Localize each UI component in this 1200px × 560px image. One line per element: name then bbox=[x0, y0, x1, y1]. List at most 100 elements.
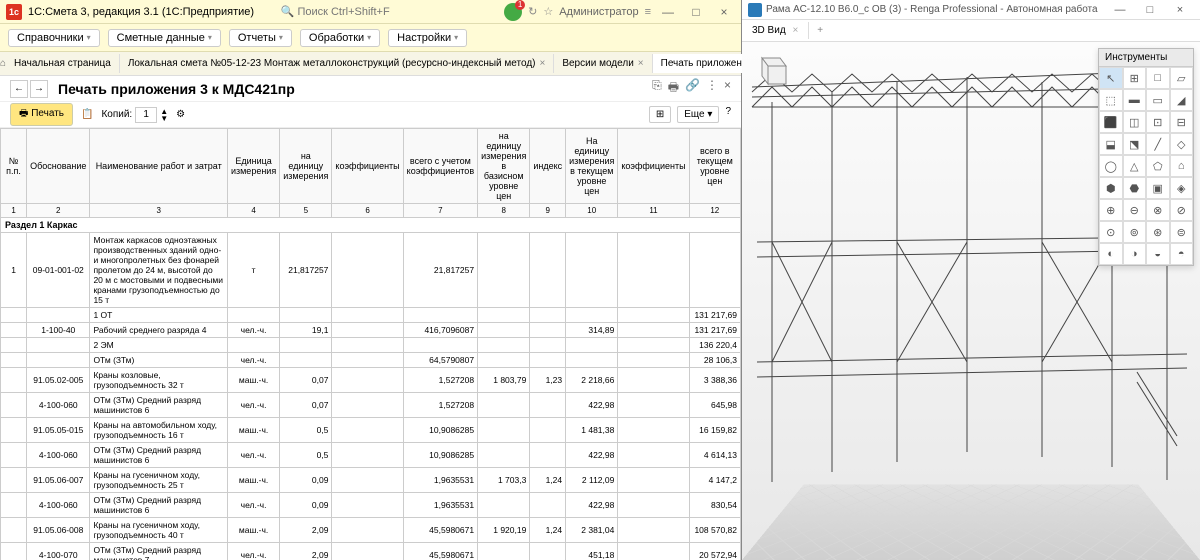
estimate-table[interactable]: № п.п. Обоснование Наименование работ и … bbox=[0, 128, 741, 560]
minimize-button[interactable]: — bbox=[1106, 2, 1134, 18]
tool-button[interactable]: ⊟ bbox=[1170, 111, 1194, 133]
tool-button[interactable]: ⊚ bbox=[1123, 221, 1147, 243]
tool-button[interactable]: ⬚ bbox=[1099, 89, 1123, 111]
tool-button[interactable]: ⊘ bbox=[1170, 199, 1194, 221]
tool-button[interactable]: ↖ bbox=[1099, 67, 1123, 89]
help-icon[interactable]: ? bbox=[725, 106, 731, 123]
tool-button[interactable]: ⊖ bbox=[1123, 199, 1147, 221]
table-row[interactable]: 1 ОТ131 217,69 bbox=[1, 308, 741, 323]
tab-model-versions[interactable]: Версии модели× bbox=[554, 54, 652, 73]
tool-button[interactable]: ⊞ bbox=[1123, 67, 1147, 89]
tool-button[interactable]: ◓ bbox=[1170, 243, 1194, 265]
table-row[interactable]: 1-100-40Рабочий среднего разряда 4чел.-ч… bbox=[1, 323, 741, 338]
grid-icon[interactable]: ⊞ bbox=[649, 106, 671, 123]
tab-close-icon[interactable]: × bbox=[792, 25, 798, 36]
table-row[interactable]: 91.05.06-007Краны на гусеничном ходу, гр… bbox=[1, 468, 741, 493]
tool-button[interactable]: ◈ bbox=[1170, 177, 1194, 199]
menu-reports[interactable]: Отчеты bbox=[229, 29, 292, 47]
tool-button[interactable]: ◫ bbox=[1123, 111, 1147, 133]
view-cube[interactable] bbox=[750, 50, 792, 92]
table-row[interactable]: 4-100-060ОТм (ЗТм) Средний разряд машини… bbox=[1, 493, 741, 518]
app-title: 1С:Смета 3, редакция 3.1 (1С:Предприятие… bbox=[28, 6, 254, 18]
tool-button[interactable]: ◯ bbox=[1099, 155, 1123, 177]
tool-button[interactable]: ⊜ bbox=[1170, 221, 1194, 243]
table-row[interactable]: 2 ЭМ136 220,4 bbox=[1, 338, 741, 353]
tool-button[interactable]: ⊙ bbox=[1099, 221, 1123, 243]
tab-3d-view[interactable]: 3D Вид × bbox=[742, 22, 809, 39]
close-doc-icon[interactable]: × bbox=[724, 78, 731, 99]
favorite-icon[interactable]: ☆ bbox=[543, 5, 553, 18]
tool-button[interactable]: ⬛ bbox=[1099, 111, 1123, 133]
close-button[interactable]: × bbox=[1166, 2, 1194, 18]
tool-button[interactable]: ╱ bbox=[1146, 133, 1170, 155]
tool-button[interactable]: △ bbox=[1123, 155, 1147, 177]
tool-button[interactable]: ⊕ bbox=[1099, 199, 1123, 221]
history-icon[interactable]: ↻ bbox=[528, 5, 537, 18]
tool-button[interactable]: ⬓ bbox=[1099, 133, 1123, 155]
tool-button[interactable]: ⌂ bbox=[1170, 155, 1194, 177]
menu-processing[interactable]: Обработки bbox=[300, 29, 380, 47]
tool-button[interactable]: ⬣ bbox=[1123, 177, 1147, 199]
renga-logo-icon bbox=[748, 3, 762, 17]
table-row[interactable]: 4-100-060ОТм (ЗТм) Средний разряд машини… bbox=[1, 393, 741, 418]
menu-icon[interactable]: ≡ bbox=[645, 6, 651, 18]
copies-input[interactable] bbox=[135, 107, 157, 123]
3d-viewport[interactable]: Инструменты ↖⊞□▱ ⬚▬▭◢ ⬛◫⊡⊟ ⬓⬔╱◇ ◯△⬠⌂ ⬢⬣▣◈ ⊕⊖⊗⊘… bbox=[742, 42, 1200, 560]
print-button[interactable]: 🖶 Печать bbox=[10, 103, 73, 126]
notifications-badge-icon[interactable] bbox=[504, 3, 522, 21]
tool-button[interactable]: ▣ bbox=[1146, 177, 1170, 199]
print-icon[interactable]: 🖶 bbox=[668, 78, 679, 99]
more-button[interactable]: Еще ▾ bbox=[677, 106, 719, 123]
tool-button[interactable]: ⊡ bbox=[1146, 111, 1170, 133]
tab-start[interactable]: Начальная страница bbox=[6, 54, 120, 73]
table-row[interactable]: 109-01-001-02Монтаж каркасов одноэтажных… bbox=[1, 233, 741, 308]
tool-button[interactable]: ◐ bbox=[1099, 243, 1123, 265]
tool-button[interactable]: ◑ bbox=[1123, 243, 1147, 265]
renga-title: Рама АС-12.10 В6.0_с ОВ (3) - Renga Prof… bbox=[766, 4, 1098, 15]
tool-button[interactable]: ▱ bbox=[1170, 67, 1194, 89]
nav-back-button[interactable]: ← bbox=[10, 80, 28, 98]
save-icon[interactable]: 📋 bbox=[81, 109, 93, 120]
tool-button[interactable]: ⬔ bbox=[1123, 133, 1147, 155]
table-row[interactable]: 91.05.06-008Краны на гусеничном ходу, гр… bbox=[1, 518, 741, 543]
nav-forward-button[interactable]: → bbox=[30, 80, 48, 98]
copies-stepper[interactable]: ▲▼ bbox=[160, 108, 168, 122]
menu-estimate-data[interactable]: Сметные данные bbox=[108, 29, 221, 47]
table-row[interactable]: 4-100-060ОТм (ЗТм) Средний разряд машини… bbox=[1, 443, 741, 468]
tool-button[interactable]: ⬢ bbox=[1099, 177, 1123, 199]
maximize-button[interactable]: □ bbox=[685, 3, 707, 21]
tab-close-icon[interactable]: × bbox=[638, 58, 644, 69]
table-row[interactable]: 91.05.05-015Краны на автомобильном ходу,… bbox=[1, 418, 741, 443]
menu-settings[interactable]: Настройки bbox=[388, 29, 467, 47]
tool-button[interactable]: ⊛ bbox=[1146, 221, 1170, 243]
search-icon: 🔍 bbox=[281, 5, 295, 18]
table-row[interactable]: 4-100-070ОТм (ЗТм) Средний разряд машини… bbox=[1, 543, 741, 560]
search-input[interactable] bbox=[297, 5, 477, 18]
tool-button[interactable]: ◢ bbox=[1170, 89, 1194, 111]
tool-button[interactable]: ▭ bbox=[1146, 89, 1170, 111]
more-icon[interactable]: ⋮ bbox=[706, 78, 718, 99]
tool-button[interactable]: □ bbox=[1146, 67, 1170, 89]
tools-panel: Инструменты ↖⊞□▱ ⬚▬▭◢ ⬛◫⊡⊟ ⬓⬔╱◇ ◯△⬠⌂ ⬢⬣▣◈ ⊕⊖⊗⊘… bbox=[1098, 48, 1194, 266]
export-icon[interactable]: ⎘ bbox=[652, 78, 662, 99]
table-row[interactable]: 91.05.02-005Краны козловые, грузоподъемн… bbox=[1, 368, 741, 393]
menu-references[interactable]: Справочники bbox=[8, 29, 100, 47]
maximize-button[interactable]: □ bbox=[1136, 2, 1164, 18]
tool-button[interactable]: ▬ bbox=[1123, 89, 1147, 111]
tools-title: Инструменты bbox=[1099, 49, 1193, 67]
user-label[interactable]: Администратор bbox=[559, 6, 638, 18]
add-tab-button[interactable]: + bbox=[809, 22, 831, 39]
link-icon[interactable]: 🔗 bbox=[685, 78, 700, 99]
tool-button[interactable]: ⊗ bbox=[1146, 199, 1170, 221]
tab-close-icon[interactable]: × bbox=[539, 58, 545, 69]
tool-button[interactable]: ◇ bbox=[1170, 133, 1194, 155]
tool-button[interactable]: ⬠ bbox=[1146, 155, 1170, 177]
copies-control: Копий: ▲▼ bbox=[101, 107, 168, 123]
document-title: Печать приложения 3 к МДС421пр bbox=[58, 81, 295, 97]
tool-button[interactable]: ◒ bbox=[1146, 243, 1170, 265]
table-row[interactable]: ОТм (ЗТм)чел.-ч.64,579080728 106,3 bbox=[1, 353, 741, 368]
minimize-button[interactable]: — bbox=[657, 3, 679, 21]
close-button[interactable]: × bbox=[713, 3, 735, 21]
tab-estimate[interactable]: Локальная смета №05-12-23 Монтаж металло… bbox=[120, 54, 555, 73]
settings-icon[interactable]: ⚙ bbox=[176, 109, 185, 120]
